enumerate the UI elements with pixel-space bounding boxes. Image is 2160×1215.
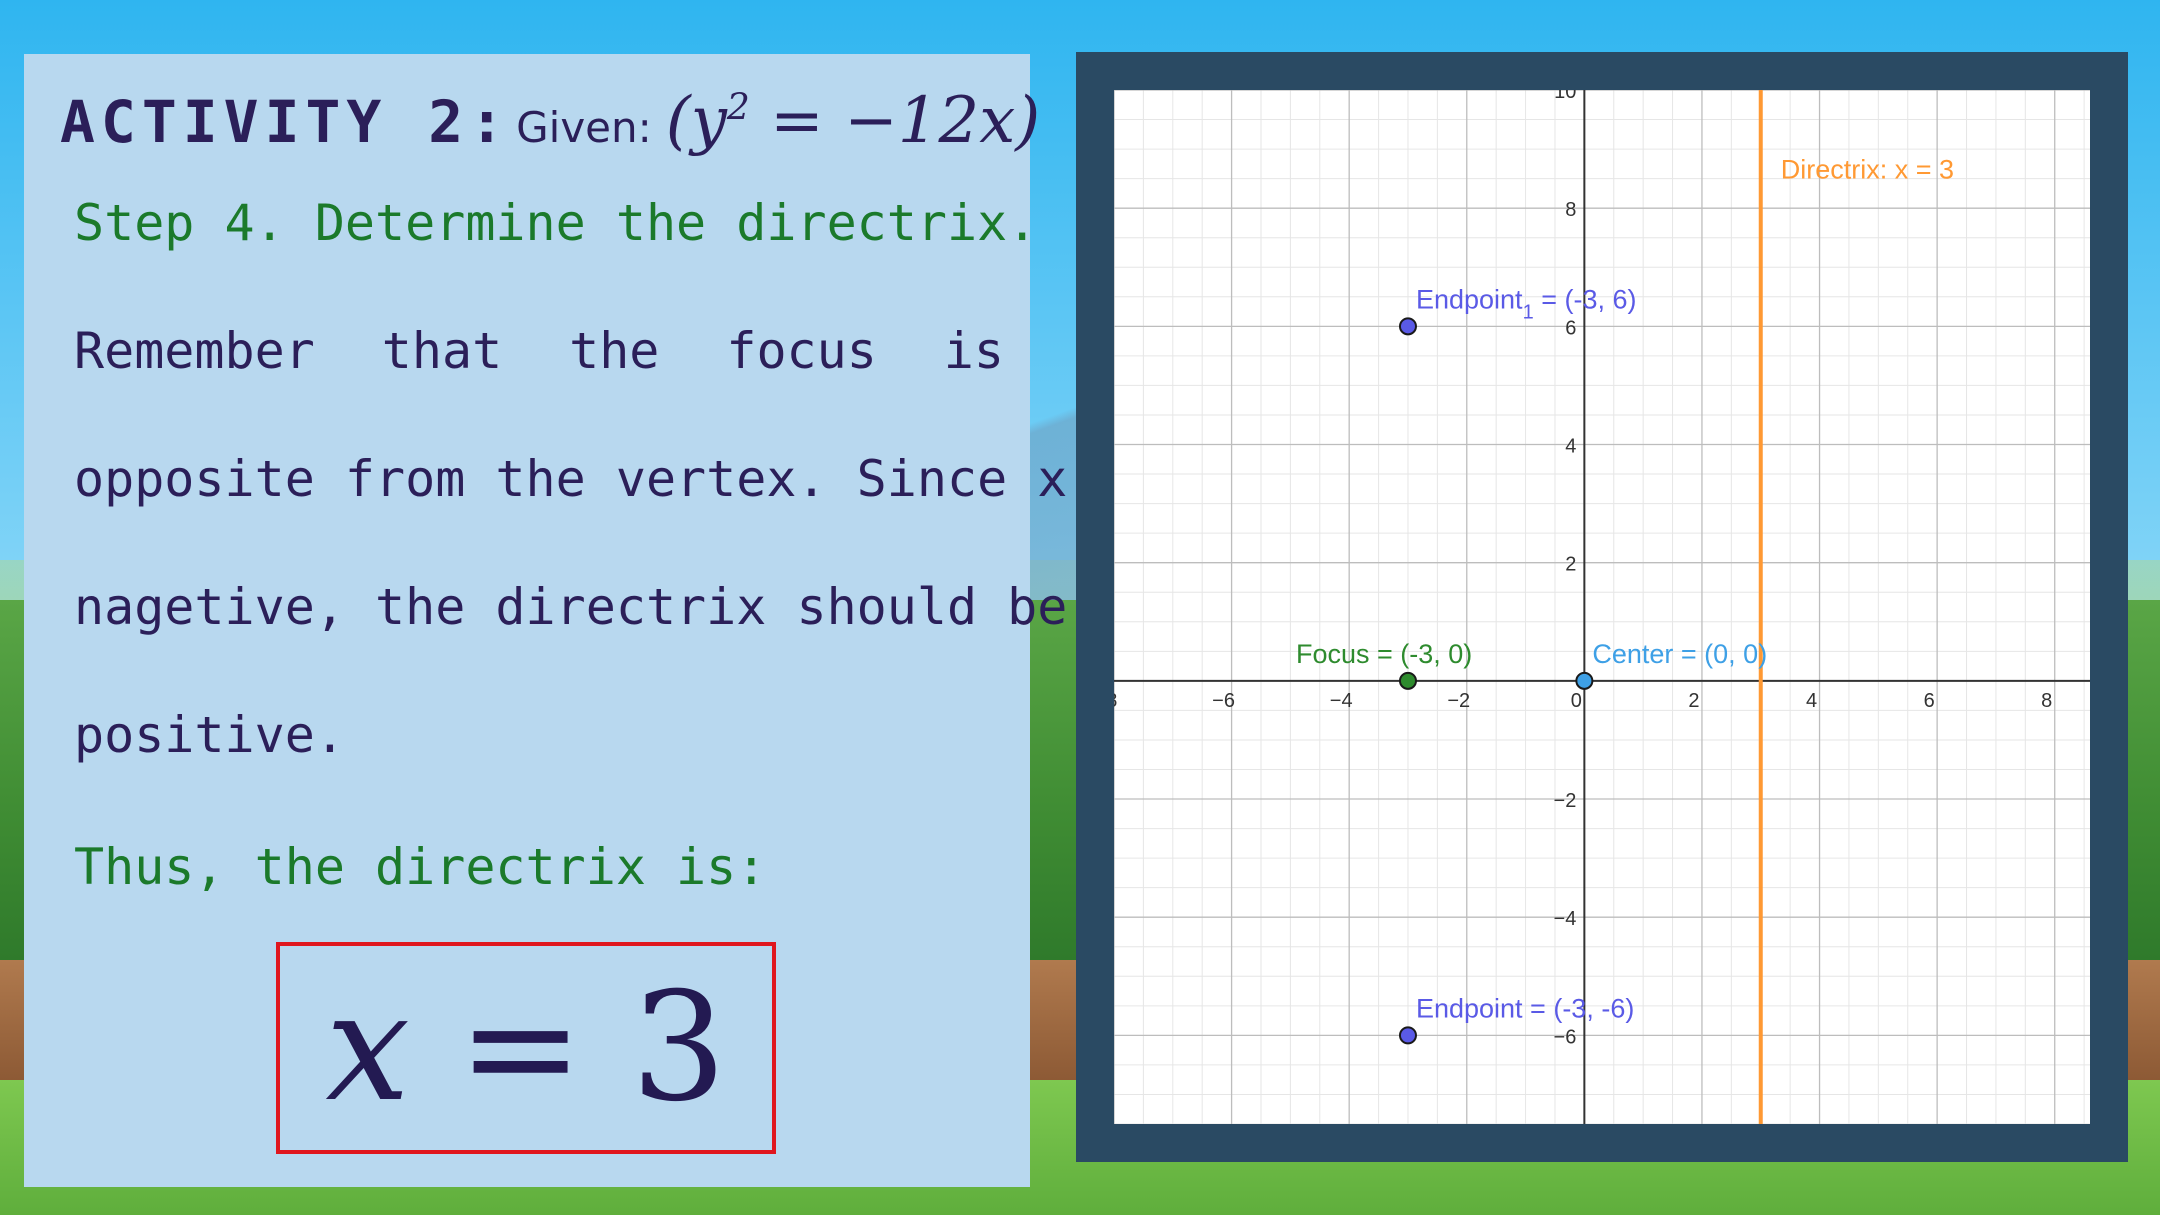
- body-line-1: Remember that the focus is: [74, 322, 1004, 380]
- x-tick-label: −6: [1212, 690, 1235, 712]
- point-label-main: Focus = (-3, 0): [1296, 639, 1472, 669]
- y-tick-label: −4: [1554, 908, 1577, 930]
- point-label-subscript: 1: [1523, 301, 1534, 323]
- body-line-4: positive.: [74, 706, 345, 764]
- y-tick-label: 10: [1554, 90, 1576, 103]
- y-tick-label: 6: [1565, 317, 1576, 339]
- given-equation-rest: = −12x): [749, 84, 1041, 158]
- x-tick-label: 2: [1688, 690, 1699, 712]
- step-heading: Step 4. Determine the directrix.: [74, 194, 1038, 252]
- y-tick-label: 4: [1565, 436, 1576, 458]
- activity-title: ACTIVITY 2:: [60, 88, 511, 156]
- conclusion-text: Thus, the directrix is:: [74, 838, 767, 896]
- x-tick-label: −2: [1447, 690, 1470, 712]
- given-equation-base: (y: [665, 84, 727, 158]
- activity-panel: ACTIVITY 2: Given: (y2 = −12x) Step 4. D…: [24, 54, 1158, 1187]
- directrix-label: Directrix: x = 3: [1781, 155, 1954, 185]
- x-tick-label: 4: [1806, 690, 1817, 712]
- point-4: [1398, 1026, 1417, 1045]
- y-tick-label: 8: [1565, 199, 1576, 221]
- point-label-1: Endpoint1 = (-3, 6): [1416, 284, 1637, 323]
- x-tick-label: 0: [1571, 690, 1582, 712]
- body-line-3: nagetive, the directrix should be: [74, 578, 1068, 636]
- given-equation: (y2 = −12x): [666, 84, 1040, 158]
- graph-frame: −8 −6 −4 −2 0 2 4 6 8 −6 −4 −2 2 4 6 8 10 Directrix: x = …: [1076, 52, 2128, 1162]
- y-tick-label: −2: [1554, 790, 1577, 812]
- given-label: Given:: [516, 103, 652, 152]
- graph-area[interactable]: −8 −6 −4 −2 0 2 4 6 8 −6 −4 −2 2 4 6 8 10 Directrix: x = …: [1114, 90, 2090, 1124]
- point-3: [1575, 671, 1594, 690]
- x-tick-label: −4: [1330, 690, 1353, 712]
- point-label-3: Center = (0, 0): [1592, 639, 1767, 669]
- answer-box: x = 3: [276, 942, 776, 1154]
- body-line-2: opposite from the vertex. Since x is: [74, 450, 1158, 508]
- answer-value: = 3: [410, 961, 727, 1135]
- point-label-main: Endpoint = (-3, -6): [1416, 993, 1634, 1023]
- point-label-main: Endpoint: [1416, 284, 1523, 314]
- answer-variable: x: [325, 961, 411, 1135]
- x-tick-label: 8: [2041, 690, 2052, 712]
- y-tick-label: −6: [1554, 1026, 1577, 1048]
- point-1: [1398, 317, 1417, 336]
- x-tick-label: 6: [1924, 690, 1935, 712]
- given-equation-exponent: 2: [726, 87, 750, 129]
- x-tick-label: −8: [1114, 690, 1117, 712]
- point-label-2: Focus = (-3, 0): [1296, 639, 1472, 669]
- y-tick-label: 2: [1565, 554, 1576, 576]
- title-row: ACTIVITY 2: Given: (y2 = −12x): [60, 84, 1040, 158]
- point-label-4: Endpoint = (-3, -6): [1416, 993, 1634, 1023]
- point-label-rest: = (-3, 6): [1534, 284, 1637, 314]
- answer-equation: x = 3: [325, 961, 726, 1135]
- point-2: [1398, 671, 1417, 690]
- coordinate-graph[interactable]: −8 −6 −4 −2 0 2 4 6 8 −6 −4 −2 2 4 6 8 10 Directrix: x = …: [1114, 90, 2090, 1124]
- point-label-main: Center = (0, 0): [1592, 639, 1767, 669]
